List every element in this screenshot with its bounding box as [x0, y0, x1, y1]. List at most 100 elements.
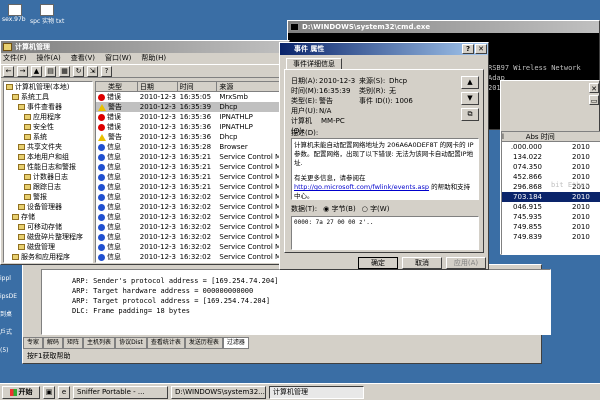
export-icon[interactable]: ⇲	[87, 66, 98, 77]
event-list[interactable]: 类型 日期 时间 来源 错误 2010-12-3 16:35:05 MrxSmb 警告 2…	[95, 81, 288, 263]
table-row[interactable]: 信息2010-12-316:32:02Service Control M	[96, 232, 287, 242]
sniffer-decode-window[interactable]: ARP: Sender's protocol address = [169.25…	[22, 264, 551, 364]
help-button[interactable]: ?	[462, 44, 474, 54]
table-row[interactable]: 错误 2010-12-3 16:35:36 IPNATHLP	[96, 122, 287, 132]
col-header-abs-time[interactable]: Abs 时间	[516, 132, 600, 141]
table-row[interactable]: 信息 2010-12-3 16:35:21 Service Control M	[96, 172, 287, 182]
decode-pane[interactable]: ARP: Sender's protocol address = [169.25…	[41, 269, 551, 335]
previous-event-button[interactable]: ▲	[461, 76, 479, 89]
bytes-radio[interactable]: ◉ 字节(B)	[323, 204, 356, 214]
table-row[interactable]: 信息2010-12-316:32:02Service Control M	[96, 202, 287, 212]
apply-button[interactable]: 应用(A)	[446, 257, 486, 269]
up-icon[interactable]: ▲	[31, 66, 42, 77]
packet-row[interactable]: 749.855 2010	[502, 222, 600, 232]
menu-action[interactable]: 操作(A)	[37, 53, 61, 64]
packet-row[interactable]: .000.000 2010	[502, 142, 600, 152]
properties-icon[interactable]: ▦	[59, 66, 70, 77]
tree-item[interactable]: 系统	[4, 132, 92, 142]
copy-button[interactable]: ⧉	[461, 108, 479, 121]
table-row[interactable]: 警告 2010-12-3 16:35:36 Dhcp	[96, 132, 287, 142]
start-button[interactable]: 开始	[2, 385, 40, 399]
tree-item[interactable]: 可移动存储	[4, 222, 92, 232]
tree-item[interactable]: 事件查看器	[4, 102, 92, 112]
table-row[interactable]: 信息2010-12-316:32:02Service Control M	[96, 242, 287, 252]
menu-help[interactable]: 帮助(H)	[141, 53, 166, 64]
next-event-button[interactable]: ▼	[461, 92, 479, 105]
table-row[interactable]: 信息2010-12-316:32:02Service Control M	[96, 212, 287, 222]
quicklaunch-desktop-icon[interactable]: ▣	[43, 385, 55, 399]
menu-view[interactable]: 查看(V)	[71, 53, 95, 64]
decode-tab[interactable]: 主机列表	[83, 337, 116, 349]
tree-item[interactable]: 计数器日志	[4, 172, 92, 182]
tree-item[interactable]: 计算机管理(本地)	[4, 82, 92, 92]
sniffer-window[interactable]: ✕ ▭ l Abs 时间 .000.000 2010 134.022 2010 074.…	[500, 80, 600, 255]
dialog-titlebar[interactable]: 事件 属性 ? ✕	[280, 43, 488, 55]
mmc-titlebar[interactable]: 计算机管理	[1, 41, 289, 53]
tree-item[interactable]: 应用程序	[4, 112, 92, 122]
cancel-button[interactable]: 取消	[402, 257, 442, 269]
data-box[interactable]: 0000: 7a 27 00 00 z'..	[291, 216, 479, 250]
tree-item[interactable]: 本地用户和组	[4, 152, 92, 162]
desktop-icon-txt[interactable]: spc 实物 txt	[30, 4, 70, 26]
description-box[interactable]: 计算机未能自动配置网络地址为 206A6A0DEF8T 的网卡的 IP 参数。配…	[291, 138, 479, 200]
tree-item[interactable]: 磁盘管理	[4, 242, 92, 252]
col-header-source[interactable]: 来源	[217, 82, 287, 91]
col-header-time[interactable]: 时间	[178, 82, 218, 91]
tree-item[interactable]: 存储	[4, 212, 92, 222]
decode-tab[interactable]: 协议Dist	[115, 337, 147, 349]
help-link[interactable]: http://go.microsoft.com/fwlink/events.as…	[294, 183, 429, 191]
packet-row[interactable]: 046.915 2010	[502, 202, 600, 212]
decode-tab[interactable]: 查看统计表	[146, 337, 185, 349]
ok-button[interactable]: 确定	[358, 257, 398, 269]
help-icon[interactable]: ?	[101, 66, 112, 77]
table-row[interactable]: 信息 2010-12-3 16:35:21 Service Control M	[96, 162, 287, 172]
tree-toggle-icon[interactable]: ▤	[45, 66, 56, 77]
refresh-icon[interactable]: ↻	[73, 66, 84, 77]
desktop-icon-file[interactable]: sex.97b	[2, 4, 32, 26]
col-header-date[interactable]: 日期	[138, 82, 178, 91]
packet-row[interactable]: 134.022 2010	[502, 152, 600, 162]
table-row[interactable]: 警告 2010-12-3 16:35:39 Dhcp	[96, 102, 287, 112]
tree-item[interactable]: 共享文件夹	[4, 142, 92, 152]
table-row[interactable]: 错误 2010-12-3 16:35:36 IPNATHLP	[96, 112, 287, 122]
tree-item[interactable]: 设备管理器	[4, 202, 92, 212]
decode-tab[interactable]: 发送历程表	[184, 337, 223, 349]
tree-item[interactable]: 警报	[4, 192, 92, 202]
restore-button[interactable]: ▭	[589, 95, 599, 105]
decode-tab[interactable]: 解码	[43, 337, 64, 349]
forward-icon[interactable]: →	[17, 66, 28, 77]
table-row[interactable]: 信息 2010-12-3 16:35:21 Service Control M	[96, 182, 287, 192]
table-row[interactable]: 信息2010-12-316:32:02Service Control M	[96, 192, 287, 202]
table-row[interactable]: 错误 2010-12-3 16:35:05 MrxSmb	[96, 92, 287, 102]
back-icon[interactable]: ←	[3, 66, 14, 77]
tree-item[interactable]: 系统工具	[4, 92, 92, 102]
taskbar-item-cmd[interactable]: D:\WINDOWS\system32...	[171, 385, 266, 399]
close-button[interactable]: ✕	[475, 44, 487, 54]
table-row[interactable]: 信息2010-12-316:32:02Service Control M	[96, 262, 287, 263]
tree-item[interactable]: 磁盘碎片整理程序	[4, 232, 92, 242]
sniffer-table[interactable]: l Abs 时间 .000.000 2010 134.022 2010 074.350 2…	[501, 131, 600, 255]
tree-item[interactable]: 服务和应用程序	[4, 252, 92, 262]
taskbar-item-sniffer[interactable]: Sniffer Portable - ...	[73, 385, 168, 399]
decode-tab[interactable]: 专家	[23, 337, 44, 349]
tree-item[interactable]: 跟踪日志	[4, 182, 92, 192]
tab-event-details[interactable]: 事件详细信息	[286, 58, 342, 69]
table-row[interactable]: 信息2010-12-316:32:02Service Control M	[96, 222, 287, 232]
col-header[interactable]: l	[502, 132, 516, 141]
console-tree[interactable]: 计算机管理(本地) 系统工具 事件查看器 应用程序 安全性 系统 共享文件夹 本地用户和组 性能…	[3, 81, 93, 263]
packet-row[interactable]: 074.350 2010	[502, 162, 600, 172]
tree-item[interactable]: 安全性	[4, 122, 92, 132]
cmd-titlebar[interactable]: D:\WINDOWS\system32\cmd.exe	[288, 21, 599, 33]
menu-window[interactable]: 窗口(W)	[105, 53, 131, 64]
packet-row[interactable]: 749.839 2010	[502, 232, 600, 242]
words-radio[interactable]: ○ 字(W)	[362, 204, 390, 214]
menu-file[interactable]: 文件(F)	[3, 53, 27, 64]
table-row[interactable]: 信息 2010-12-3 16:35:21 Service Control M	[96, 152, 287, 162]
table-row[interactable]: 信息 2010-12-3 16:35:28 Browser	[96, 142, 287, 152]
computer-management-window[interactable]: 计算机管理 文件(F) 操作(A) 查看(V) 窗口(W) 帮助(H) ← → …	[0, 40, 290, 265]
table-row[interactable]: 信息2010-12-316:32:02Service Control M	[96, 252, 287, 262]
packet-row[interactable]: 703.184 2010	[502, 192, 600, 202]
decode-tab[interactable]: 过滤器	[222, 337, 249, 349]
taskbar-item-mmc[interactable]: 计算机管理	[269, 385, 364, 399]
tree-item[interactable]: 性能日志和警报	[4, 162, 92, 172]
